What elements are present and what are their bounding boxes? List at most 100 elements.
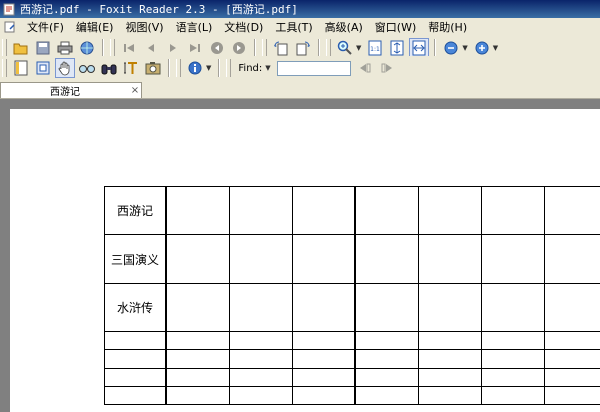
back-arrow-icon <box>211 42 223 54</box>
zoom-in-dropdown-arrow[interactable]: ▼ <box>493 44 498 52</box>
document-menu-icon[interactable] <box>3 20 17 34</box>
table-cell <box>354 331 420 351</box>
table-cell <box>354 185 420 236</box>
text-select-button[interactable] <box>121 58 141 78</box>
row-label-cell <box>103 367 167 387</box>
last-page-icon <box>190 44 200 52</box>
fit-page-button[interactable] <box>387 38 407 58</box>
text-select-icon <box>124 62 137 74</box>
table-row: 西游记 <box>103 185 600 236</box>
save-icon <box>36 41 50 55</box>
toolbar-separator <box>218 59 221 77</box>
full-screen-button[interactable] <box>33 58 53 78</box>
table-cell <box>544 367 600 387</box>
row-label-cell <box>103 385 167 406</box>
image-snapshot-button[interactable] <box>143 58 163 78</box>
toolbar-grip[interactable] <box>326 39 331 57</box>
rotate-left-icon <box>274 41 288 56</box>
save-button[interactable] <box>33 38 53 58</box>
table-cell <box>228 282 293 333</box>
toolbar-grip[interactable] <box>176 59 181 77</box>
find-next-icon <box>381 63 392 73</box>
info-icon <box>188 61 202 75</box>
last-page-button[interactable] <box>185 38 205 58</box>
menu-window[interactable]: 窗口(W) <box>369 19 422 35</box>
folder-open-icon <box>13 43 28 55</box>
table-cell <box>418 349 483 369</box>
zoom-in-button[interactable] <box>472 38 492 58</box>
find-next-button[interactable] <box>377 58 397 78</box>
first-page-button[interactable] <box>119 38 139 58</box>
table-cell <box>481 367 546 387</box>
snapshot-glasses-button[interactable] <box>77 58 97 78</box>
rotate-left-button[interactable] <box>271 38 291 58</box>
row-label-cell <box>103 349 167 369</box>
menu-view[interactable]: 视图(V) <box>119 19 169 35</box>
go-back-button[interactable] <box>207 38 227 58</box>
hand-tool-button[interactable] <box>55 58 75 78</box>
print-button[interactable] <box>55 38 75 58</box>
table-cell <box>544 234 600 284</box>
menu-edit[interactable]: 编辑(E) <box>70 19 120 35</box>
toolbar-grip[interactable] <box>110 39 115 57</box>
row-label-cell: 水浒传 <box>103 282 167 333</box>
search-binoculars-button[interactable] <box>99 58 119 78</box>
table-cell <box>291 331 356 351</box>
table-row: 三国演义 <box>103 234 600 284</box>
table-cell <box>228 367 293 387</box>
fit-width-button[interactable] <box>409 38 430 58</box>
actual-size-button[interactable]: 1:1 <box>365 38 385 58</box>
menu-tools[interactable]: 工具(T) <box>269 19 318 35</box>
secondary-toolbar: ▼ Find: ▼ <box>0 56 600 81</box>
menu-file[interactable]: 文件(F) <box>21 19 70 35</box>
menu-help[interactable]: 帮助(H) <box>422 19 473 35</box>
toolbar-grip[interactable] <box>262 39 267 57</box>
next-page-button[interactable] <box>163 38 183 58</box>
table-cell <box>481 234 546 284</box>
window-title: 西游记.pdf - Foxit Reader 2.3 - [西游记.pdf] <box>20 3 298 16</box>
zoom-dropdown-arrow[interactable]: ▼ <box>356 44 361 52</box>
document-viewport[interactable]: 西游记 三国演义 水浒传 <box>0 99 600 412</box>
actual-size-icon: 1:1 <box>368 40 382 56</box>
menu-advanced[interactable]: 高级(A) <box>319 19 369 35</box>
zoom-magnifier-icon <box>337 40 352 55</box>
forward-arrow-icon <box>233 42 245 54</box>
table-cell <box>544 282 600 333</box>
table-cell <box>228 385 293 406</box>
table-row <box>103 331 600 351</box>
toolbar-grip[interactable] <box>226 59 232 77</box>
info-dropdown-arrow[interactable]: ▼ <box>206 64 211 72</box>
menu-document[interactable]: 文档(D) <box>218 19 269 35</box>
go-forward-button[interactable] <box>229 38 249 58</box>
zoom-out-button[interactable] <box>441 38 461 58</box>
table-cell <box>291 385 356 406</box>
find-previous-button[interactable] <box>355 58 375 78</box>
page-panel-icon <box>14 60 28 76</box>
toolbar-separator <box>254 39 256 57</box>
fit-page-icon <box>390 40 404 56</box>
rotate-right-button[interactable] <box>293 38 313 58</box>
table-cell <box>481 282 546 333</box>
row-label-cell: 西游记 <box>103 185 167 236</box>
document-tab[interactable]: 西游记 × <box>0 82 142 98</box>
toolbar-grip[interactable] <box>2 39 7 57</box>
table-cell <box>228 349 293 369</box>
find-options-arrow[interactable]: ▼ <box>265 64 270 72</box>
bookmark-panel-button[interactable] <box>11 58 31 78</box>
open-button[interactable] <box>11 38 31 58</box>
find-input[interactable] <box>276 60 351 76</box>
toolbar-grip[interactable] <box>2 59 7 77</box>
table-cell <box>354 234 420 284</box>
previous-page-button[interactable] <box>141 38 161 58</box>
close-tab-icon[interactable]: × <box>129 85 141 96</box>
table-row <box>103 367 600 387</box>
table-cell <box>418 234 483 284</box>
zoom-out-dropdown-arrow[interactable]: ▼ <box>462 44 467 52</box>
rotate-right-icon <box>296 41 310 56</box>
menu-language[interactable]: 语言(L) <box>170 19 219 35</box>
table-cell <box>164 349 230 369</box>
info-button[interactable] <box>185 58 205 78</box>
email-button[interactable] <box>77 38 97 58</box>
camera-icon <box>145 62 161 75</box>
zoom-tool-button[interactable] <box>335 38 355 58</box>
